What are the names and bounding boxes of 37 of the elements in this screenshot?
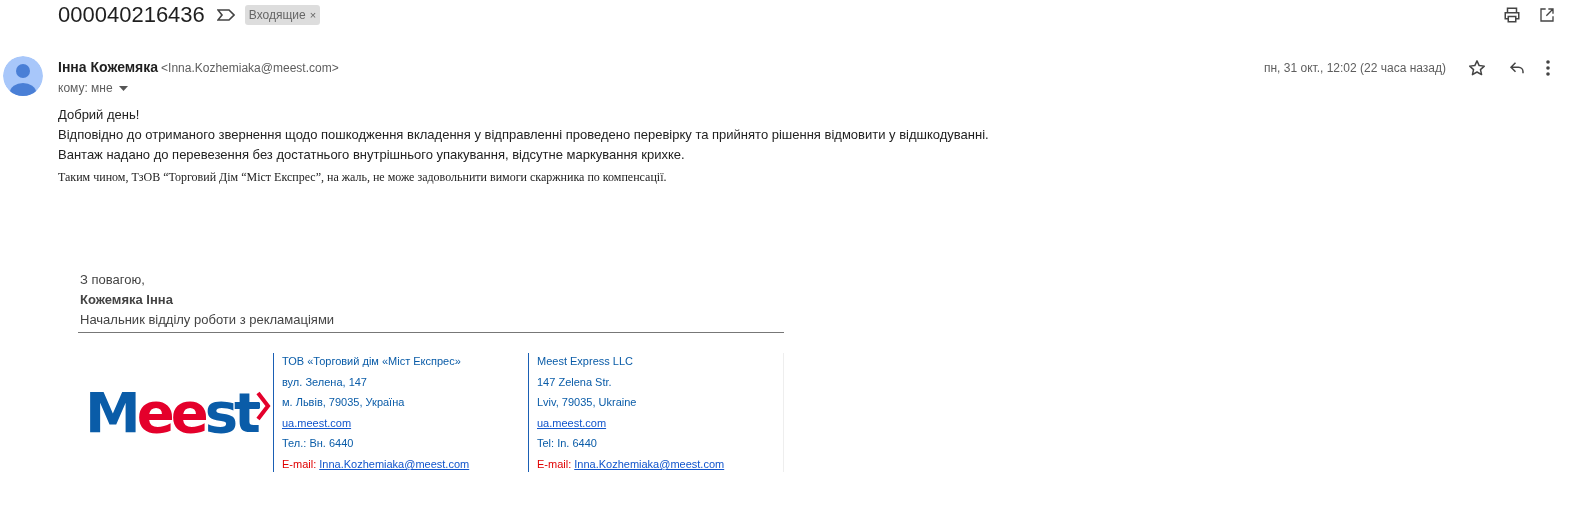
address-line: Meest Express LLC — [537, 354, 634, 368]
address-line: Tel: In. 6440 — [537, 436, 598, 451]
more-options-icon[interactable] — [1546, 59, 1550, 76]
email-subject: 000040216436 — [58, 1, 205, 29]
signature-name: Кожемяка Інна — [80, 291, 174, 309]
address-line: вул. Зелена, 147 — [282, 374, 368, 389]
label-chip[interactable]: Входящие × — [244, 5, 321, 25]
email-link[interactable]: Inna.Kozhemiaka@meest.com — [319, 457, 470, 470]
important-marker-icon[interactable] — [216, 9, 235, 21]
address-line: Тел.: Вн. 6440 — [282, 436, 355, 451]
dropdown-caret-icon[interactable] — [118, 85, 128, 91]
email-date: пн, 31 окт., 12:02 (22 часа назад) — [1264, 59, 1446, 77]
email-label: E-mail: — [537, 457, 572, 470]
signature-greeting: З повагою, — [80, 271, 146, 289]
remove-label-button[interactable]: × — [309, 6, 317, 24]
sender-email: <Inna.Kozhemiaka@meest.com> — [161, 59, 339, 77]
website-link[interactable]: ua.meest.com — [537, 416, 607, 429]
body-paragraph: Відповідно до отриманого звернення щодо пошкодження вкладення у відправленні проведено перевірку та прийнято рішення відмовити у відшкодуванні. — [58, 126, 990, 144]
address-line: ТОВ «Торговий дім «Міст Експрес» — [282, 354, 462, 368]
label-text: Входящие — [248, 7, 306, 24]
company-logo: Meest — [85, 386, 272, 439]
star-icon[interactable] — [1468, 58, 1486, 77]
print-icon[interactable] — [1503, 6, 1521, 24]
website-link[interactable]: ua.meest.com — [282, 416, 352, 429]
body-paragraph: Добрий день! — [58, 106, 141, 124]
avatar-icon — [3, 56, 43, 96]
recipient-text: кому: мне — [58, 80, 113, 97]
body-paragraph: Вантаж надано до перевезення без достатнього внутрішнього упакування, відсутне маркування крихке. — [58, 146, 686, 164]
signature-position: Начальник відділу роботи з рекламаціями — [80, 311, 336, 329]
open-in-new-window-icon[interactable] — [1539, 7, 1555, 23]
address-line: Lviv, 79035, Ukraine — [537, 395, 638, 410]
email-label: E-mail: — [282, 457, 317, 470]
address-line: 147 Zelena Str. — [537, 374, 613, 389]
email-link[interactable]: Inna.Kozhemiaka@meest.com — [574, 457, 725, 470]
sender-name: Інна Кожемяка — [58, 58, 159, 77]
body-paragraph: Таким чином, ТзОВ “Торговий Дім “Міст Експрес”, на жаль, не може задовольнити вимоги скаржника по компенсації. — [58, 169, 668, 186]
address-line: м. Львів, 79035, Україна — [282, 395, 406, 410]
